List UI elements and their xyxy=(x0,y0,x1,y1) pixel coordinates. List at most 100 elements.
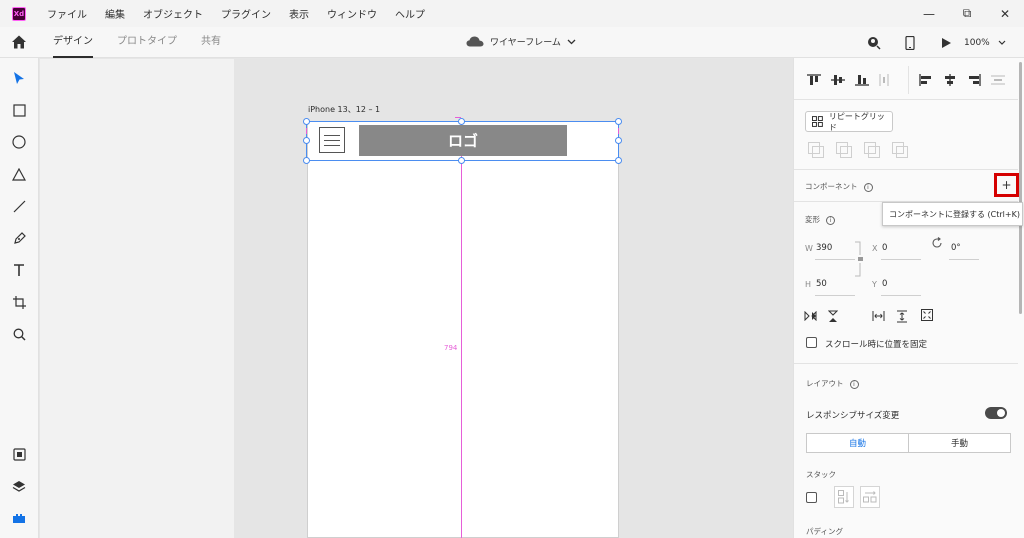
boolean-exclude-icon[interactable] xyxy=(892,142,908,158)
menu-edit[interactable]: 編集 xyxy=(105,6,125,21)
flip-vertical-icon[interactable] xyxy=(828,310,838,323)
chevron-down-icon xyxy=(567,39,576,44)
menu-help[interactable]: ヘルプ xyxy=(395,6,425,21)
window-controls: — ⧉ ✕ xyxy=(910,0,1024,27)
stack-label: スタック xyxy=(806,470,836,479)
device-preview-icon[interactable] xyxy=(892,27,928,58)
distribute-vertical-icon[interactable] xyxy=(991,74,1005,86)
rotation-underline xyxy=(949,259,979,260)
fix-position-checkbox[interactable] xyxy=(806,337,817,348)
ellipse-icon[interactable] xyxy=(10,133,28,151)
boolean-subtract-icon[interactable] xyxy=(836,142,852,158)
resize-handle[interactable] xyxy=(458,157,465,164)
fit-height-icon[interactable] xyxy=(897,310,907,323)
y-label: Y xyxy=(872,280,877,289)
resize-handle[interactable] xyxy=(458,118,465,125)
stack-vertical-icon[interactable] xyxy=(834,486,854,508)
align-center-icon[interactable] xyxy=(943,74,957,86)
pasteboard xyxy=(40,59,234,538)
pen-icon[interactable] xyxy=(10,229,28,247)
flip-horizontal-icon[interactable] xyxy=(804,311,817,321)
auto-option[interactable]: 自動 xyxy=(807,434,909,452)
selected-header-group[interactable] xyxy=(306,121,619,161)
y-field[interactable]: 0 xyxy=(882,279,887,289)
info-icon[interactable]: i xyxy=(849,379,859,389)
menu-bar: Xd ファイル 編集 オブジェクト プラグイン 表示 ウィンドウ ヘルプ — ⧉… xyxy=(0,0,1024,27)
boolean-add-icon[interactable] xyxy=(808,142,824,158)
lock-aspect-icon[interactable] xyxy=(855,241,863,277)
align-right-icon[interactable] xyxy=(967,74,981,86)
responsive-resize-label: レスポンシブサイズ変更 xyxy=(806,411,900,421)
fit-width-icon[interactable] xyxy=(872,311,885,321)
divider xyxy=(908,66,909,94)
layout-section-label: レイアウト i xyxy=(806,378,859,389)
align-top-icon[interactable] xyxy=(807,74,821,86)
text-icon[interactable] xyxy=(10,261,28,279)
menu-view[interactable]: 表示 xyxy=(289,6,309,21)
resize-handle[interactable] xyxy=(303,157,310,164)
fit-content-icon[interactable] xyxy=(921,309,933,321)
assets-icon[interactable] xyxy=(10,445,28,463)
responsive-resize-toggle[interactable] xyxy=(985,407,1007,419)
center-guide xyxy=(461,121,462,538)
divider xyxy=(794,363,1018,364)
close-button[interactable]: ✕ xyxy=(986,0,1024,27)
align-left-icon[interactable] xyxy=(919,74,933,86)
select-icon[interactable] xyxy=(10,69,28,87)
transform-label: 変形 xyxy=(805,215,820,224)
user-share-icon[interactable] xyxy=(856,27,892,58)
menu-plugins[interactable]: プラグイン xyxy=(221,6,271,21)
menu-object[interactable]: オブジェクト xyxy=(143,6,203,21)
resize-handle[interactable] xyxy=(303,137,310,144)
artboard[interactable] xyxy=(307,121,619,538)
polygon-icon[interactable] xyxy=(10,165,28,183)
layers-icon[interactable] xyxy=(10,477,28,495)
left-toolbar xyxy=(0,58,39,538)
guide-distance-label: 794 xyxy=(444,344,458,352)
zoom-dropdown[interactable]: 100% xyxy=(964,38,1024,48)
height-label: H xyxy=(805,280,812,289)
manual-option[interactable]: 手動 xyxy=(909,434,1010,452)
tab-share[interactable]: 共有 xyxy=(201,27,221,58)
repeat-grid-button[interactable]: リピートグリッド xyxy=(805,111,893,132)
rotation-field[interactable]: 0° xyxy=(951,243,961,253)
distribute-horizontal-icon[interactable] xyxy=(879,74,889,86)
minimize-button[interactable]: — xyxy=(910,0,948,27)
align-middle-icon[interactable] xyxy=(831,74,845,86)
resize-handle[interactable] xyxy=(615,118,622,125)
tooltip: コンポーネントに登録する (Ctrl+K) xyxy=(882,202,1023,226)
height-field[interactable]: 50 xyxy=(816,279,827,289)
add-component-button[interactable]: + xyxy=(994,173,1019,197)
artboard-title[interactable]: iPhone 13、12 – 1 xyxy=(308,104,380,115)
resize-handle[interactable] xyxy=(615,157,622,164)
menu-window[interactable]: ウィンドウ xyxy=(327,6,377,21)
cloud-icon xyxy=(466,36,484,47)
document-title[interactable]: ワイヤーフレーム xyxy=(466,35,576,48)
rectangle-icon[interactable] xyxy=(10,101,28,119)
artboard-icon[interactable] xyxy=(10,293,28,311)
width-underline xyxy=(815,259,855,260)
width-label: W xyxy=(805,244,813,253)
resize-handle[interactable] xyxy=(615,137,622,144)
menu-file[interactable]: ファイル xyxy=(47,6,87,21)
x-field[interactable]: 0 xyxy=(882,243,887,253)
stack-horizontal-icon[interactable] xyxy=(860,486,880,508)
tab-design[interactable]: デザイン xyxy=(53,27,93,58)
play-preview-icon[interactable] xyxy=(928,27,964,58)
plugins-icon[interactable] xyxy=(10,509,28,527)
property-inspector: リピートグリッド コンポーネント i 変形 i xyxy=(793,58,1024,538)
home-icon[interactable] xyxy=(11,34,27,50)
resize-handle[interactable] xyxy=(303,118,310,125)
align-bottom-icon[interactable] xyxy=(855,74,869,86)
boolean-intersect-icon[interactable] xyxy=(864,142,880,158)
repeat-grid-section: リピートグリッド xyxy=(794,100,1018,170)
info-icon[interactable]: i xyxy=(826,215,835,225)
zoom-icon[interactable] xyxy=(10,325,28,343)
tab-prototype[interactable]: プロトタイプ xyxy=(117,27,177,58)
chevron-down-icon xyxy=(998,40,1006,45)
panel-scrollbar[interactable] xyxy=(1019,62,1022,314)
line-icon[interactable] xyxy=(10,197,28,215)
width-field[interactable]: 390 xyxy=(816,243,832,253)
stack-checkbox[interactable] xyxy=(806,492,817,503)
maximize-button[interactable]: ⧉ xyxy=(948,0,986,27)
